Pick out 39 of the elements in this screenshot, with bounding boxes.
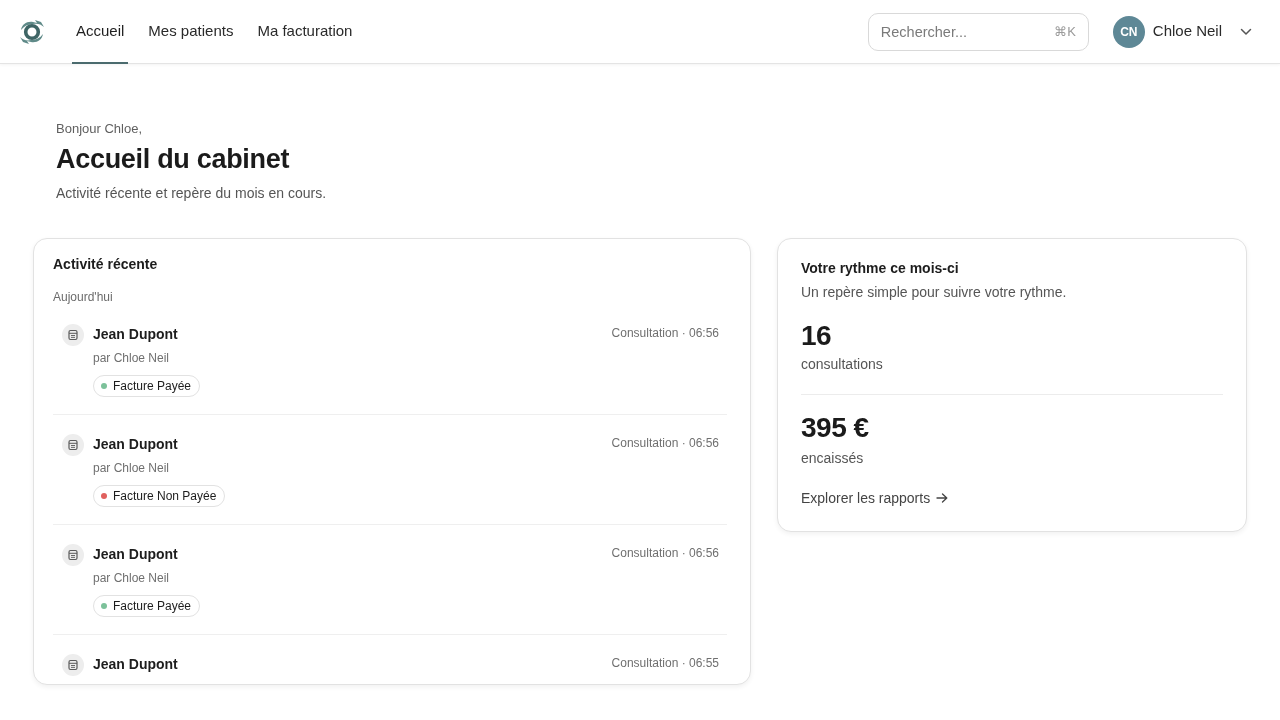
page-subtitle: Activité récente et repère du mois en cours. — [56, 184, 328, 203]
card-title: Activité récente — [53, 255, 159, 274]
card-title: Votre rythme ce mois-ci — [801, 259, 960, 278]
patient-name: Jean Dupont — [93, 545, 178, 564]
shortcut-hint: ⌘K — [1054, 22, 1076, 41]
arrow-right-icon[interactable] — [936, 493, 949, 503]
reports-link[interactable]: Explorer les rapports — [801, 488, 949, 508]
status-label: Facture Payée — [113, 378, 192, 394]
date-group-label: Aujourd'hui — [53, 289, 114, 305]
page-title: Accueil du cabinet — [56, 143, 291, 176]
avatar: CN — [1112, 15, 1145, 48]
calendar-icon — [62, 324, 84, 346]
calendar-icon — [62, 434, 84, 456]
stat-label: encaissés — [801, 449, 865, 468]
calendar-icon — [62, 544, 84, 566]
author-text: par Chloe Neil — [93, 350, 171, 366]
greeting-text: Bonjour Chloe, — [56, 120, 143, 138]
activity-meta: Consultation · 06:56 — [611, 435, 719, 451]
nav-tab[interactable]: Ma facturation — [253, 0, 357, 64]
activity-meta: Consultation · 06:56 — [611, 545, 719, 561]
calendar-icon — [62, 654, 84, 676]
stat-value: 16 — [801, 319, 833, 353]
stat-value: 395 € — [801, 411, 870, 445]
activity-meta: Consultation · 06:55 — [611, 655, 719, 671]
logo-icon[interactable] — [18, 17, 46, 46]
stat-label: consultations — [801, 355, 884, 374]
nav-tab[interactable]: Mes patients — [144, 0, 238, 64]
card-subtitle: Un repère simple pour suivre votre rythme. — [801, 283, 1068, 302]
nav-tab[interactable]: Accueil — [72, 0, 129, 64]
user-menu-button[interactable]: CN Chloe Neil — [1112, 15, 1252, 48]
chevron-down-icon[interactable] — [1240, 27, 1252, 36]
status-label: Facture Payée — [113, 598, 192, 614]
activity-meta: Consultation · 06:56 — [611, 325, 719, 341]
author-text: par Chloe Neil — [93, 570, 171, 586]
patient-name: Jean Dupont — [93, 655, 178, 674]
patient-name: Jean Dupont — [93, 325, 178, 344]
author-text: par Chloe Neil — [93, 460, 171, 476]
patient-name: Jean Dupont — [93, 435, 178, 454]
status-label: Facture Non Payée — [113, 488, 217, 504]
